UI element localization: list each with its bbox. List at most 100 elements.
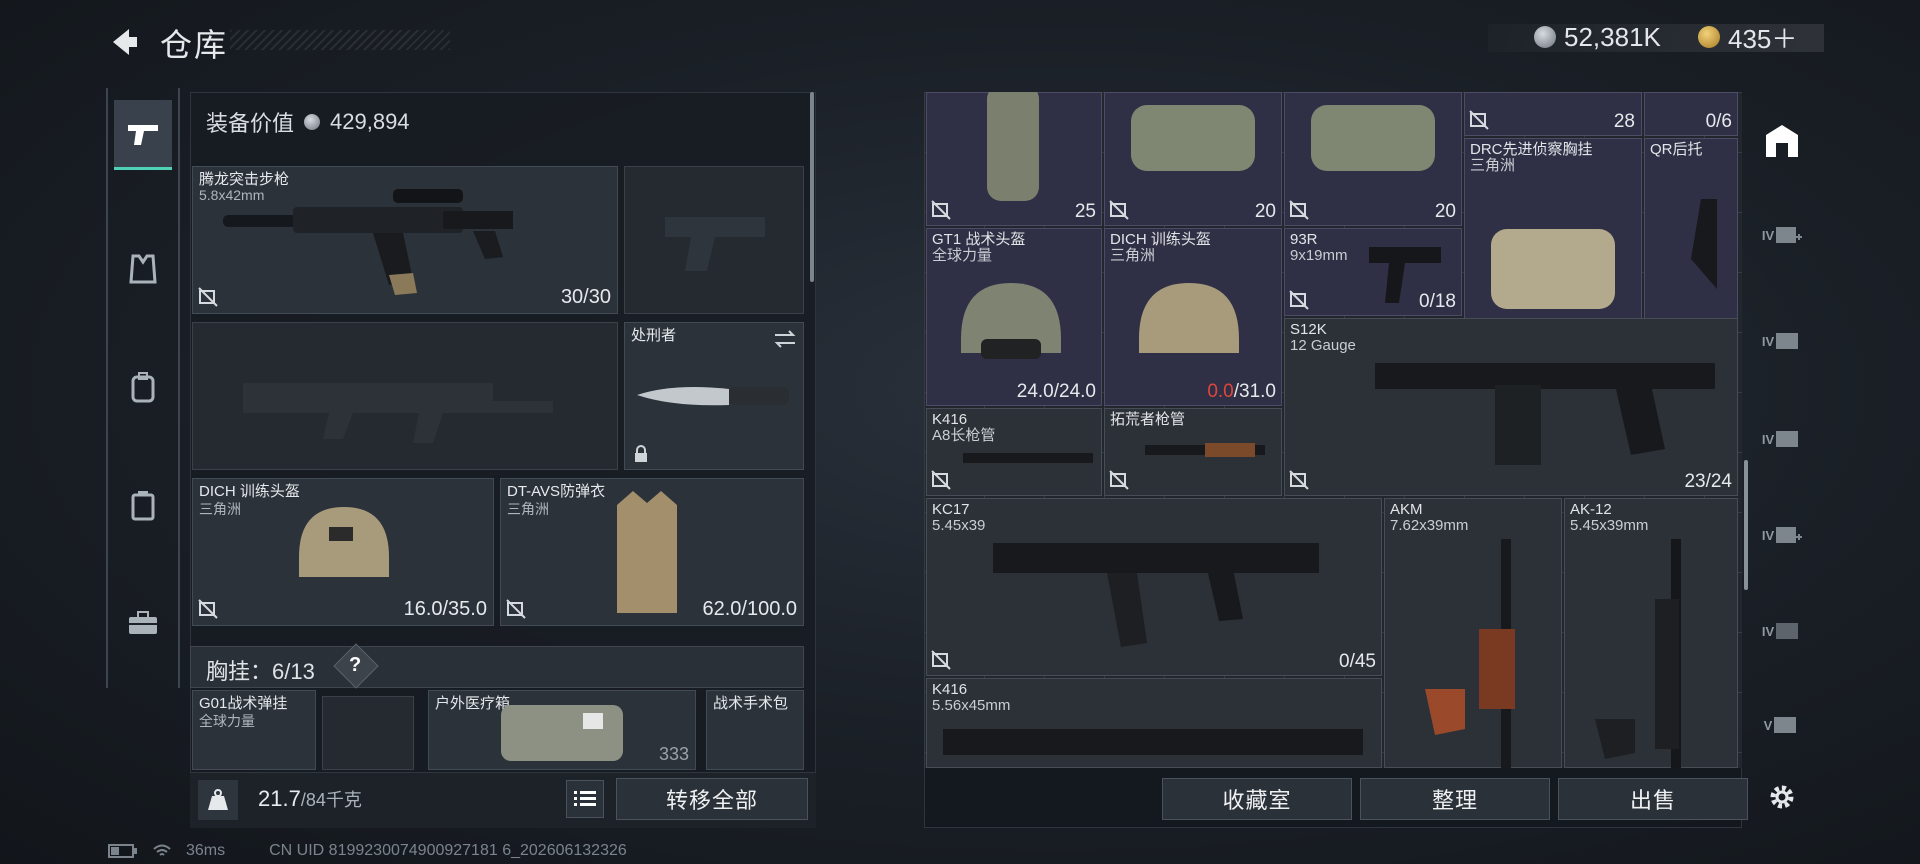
stash-item[interactable]: 25 [926, 92, 1102, 226]
weight-max: /84千克 [300, 790, 362, 810]
status-bar: 36ms CN UID 8199230074900927181 6_202606… [108, 842, 627, 860]
stash-item-kc17[interactable]: KC17 5.45x39 0/45 [926, 498, 1382, 676]
tab-expansion-4[interactable]: IV [1752, 500, 1812, 570]
tab-expansion-1[interactable]: IV [1752, 200, 1812, 270]
sidebar-item-armor[interactable] [114, 234, 172, 304]
tab-expansion-2[interactable]: IV [1752, 306, 1812, 376]
rifle-image-icon [1595, 539, 1681, 768]
helmet-image-icon [299, 507, 389, 577]
vest-item-magazine[interactable]: G01战术弹挂 全球力量 [192, 690, 316, 770]
warehouse-home-icon [1766, 125, 1798, 157]
stash-item-extra: 0/6 [1705, 111, 1732, 132]
secondary-weapon-slot[interactable] [192, 322, 618, 470]
vest-label: 胸挂：6/13 [206, 654, 315, 686]
vest-item-value: 333 [658, 744, 689, 764]
stash-item-name: AKM [1390, 501, 1423, 518]
stash-item-93r[interactable]: 93R 9x19mm 0/18 [1284, 228, 1462, 316]
kg-weight-icon [208, 789, 228, 810]
stash-item-helmet-gt1[interactable]: GT1 战术头盔 全球力量 24.0/24.0 [926, 228, 1102, 406]
list-view-button[interactable] [566, 780, 604, 818]
stash-item-name: K416 [932, 411, 968, 428]
melee-slot[interactable]: 处刑者 [624, 322, 804, 470]
sidebar-item-container[interactable] [114, 470, 172, 540]
barrel-image-icon [1145, 443, 1265, 457]
stash-item[interactable]: 28 [1464, 92, 1642, 136]
no-insure-icon [1289, 470, 1309, 490]
melee-name: 处刑者 [631, 327, 677, 344]
chest-rig-image-icon [1491, 229, 1615, 309]
currency-1: 52,381K [1534, 20, 1661, 54]
armor-brand: 三角洲 [507, 501, 549, 517]
equip-value-amount: 429,894 [330, 109, 410, 134]
stash-item-ak12[interactable]: AK-12 5.45x39mm [1564, 498, 1738, 768]
helmet-slot[interactable]: DICH 训练头盔 三角洲 16.0/35.0 [192, 478, 494, 626]
helmet-brand: 三角洲 [199, 501, 241, 517]
loadout-scrollbar[interactable] [810, 92, 814, 282]
armor-durability: 62.0/100.0 [702, 598, 797, 620]
no-insure-icon [198, 599, 218, 619]
stash-item-helmet-dich[interactable]: DICH 训练头盔 三角洲 0.0/31.0 [1104, 228, 1282, 406]
currency-2[interactable]: 435＋ [1698, 20, 1797, 54]
stash-item-name: GT1 战术头盔 [932, 231, 1026, 248]
stash-item-value: 20 [1434, 201, 1456, 222]
stash-item-k416-barrel[interactable]: K416 A8长枪管 [926, 408, 1102, 496]
rifle-image-icon [1425, 539, 1515, 768]
vest-capacity: 6/13 [272, 659, 315, 684]
no-insure-icon [1289, 200, 1309, 220]
stash-item-sub: 7.62x39mm [1390, 517, 1469, 534]
sidebar-item-backpack[interactable] [114, 352, 172, 422]
settings-button[interactable] [1752, 774, 1812, 820]
sidebar-item-tools[interactable] [114, 588, 172, 658]
vest-item-surgery-kit[interactable]: 战术手术包 [706, 690, 804, 770]
stash-item-value: 20 [1254, 201, 1276, 222]
sort-button[interactable]: 整理 [1360, 778, 1550, 820]
tab-home[interactable] [1752, 106, 1812, 176]
stash-item-sub: 5.56x45mm [932, 697, 1011, 714]
stash-item-value-low: 0.0 [1207, 381, 1234, 402]
vest-item-empty[interactable] [322, 696, 414, 770]
no-insure-icon [1469, 110, 1489, 130]
stash-item-value: 23/24 [1684, 471, 1732, 492]
sell-button[interactable]: 出售 [1558, 778, 1748, 820]
no-insure-icon [198, 287, 218, 307]
armor-slot[interactable]: DT-AVS防弹衣 三角洲 62.0/100.0 [500, 478, 804, 626]
vest-item-brand: 全球力量 [199, 713, 255, 729]
stash-item-akm[interactable]: AKM 7.62x39mm [1384, 498, 1562, 768]
vest-label-text: 胸挂： [206, 659, 273, 684]
helmet-image-icon [1139, 283, 1239, 353]
pistol-slot[interactable] [624, 166, 804, 314]
stash-item-pioneer-barrel[interactable]: 拓荒者枪管 [1104, 408, 1282, 496]
storage-icon [1776, 431, 1799, 447]
back-button[interactable] [104, 22, 144, 62]
collection-room-button[interactable]: 收藏室 [1162, 778, 1352, 820]
gold-coin-icon [1698, 26, 1720, 48]
backpack-image-icon [987, 92, 1039, 201]
toolbox-icon [129, 611, 157, 634]
tab-level-label: IV [1761, 527, 1775, 543]
stash-item-sub: 9x19mm [1290, 247, 1348, 264]
help-icon: ? [349, 654, 362, 676]
stash-item[interactable]: 20 [1104, 92, 1282, 226]
stash-item-name: S12K [1290, 321, 1327, 338]
coin-icon [304, 114, 321, 130]
currency-1-value: 52,381K [1564, 21, 1661, 52]
storage-plus-icon [1776, 527, 1803, 543]
tab-expansion-5[interactable]: IV [1752, 596, 1812, 666]
stash-scrollbar[interactable] [1744, 460, 1748, 590]
stash-item-slots[interactable]: 0/6 [1644, 92, 1738, 136]
stash-item-sub: 三角洲 [1470, 157, 1516, 174]
stash-item-k416[interactable]: K416 5.56x45mm [926, 678, 1382, 768]
tab-expansion-6[interactable]: V [1752, 690, 1812, 760]
stash-item[interactable]: 20 [1284, 92, 1462, 226]
transfer-all-button[interactable]: 转移全部 [616, 778, 808, 820]
gear-icon [1770, 785, 1794, 809]
swap-icon[interactable] [773, 329, 797, 349]
rifle-image-icon [943, 729, 1363, 755]
sidebar-item-weapons[interactable] [114, 100, 172, 170]
weight-current: 21.7 [258, 786, 301, 811]
tab-expansion-3[interactable]: IV [1752, 404, 1812, 474]
primary-weapon-slot[interactable]: 腾龙突击步枪 5.8x42mm 30/30 [192, 166, 618, 314]
storage-plus-icon [1776, 227, 1803, 243]
vest-item-medkit[interactable]: 户外医疗箱 333 [428, 690, 696, 770]
stash-item-s12k[interactable]: S12K 12 Gauge 23/24 [1284, 318, 1738, 496]
